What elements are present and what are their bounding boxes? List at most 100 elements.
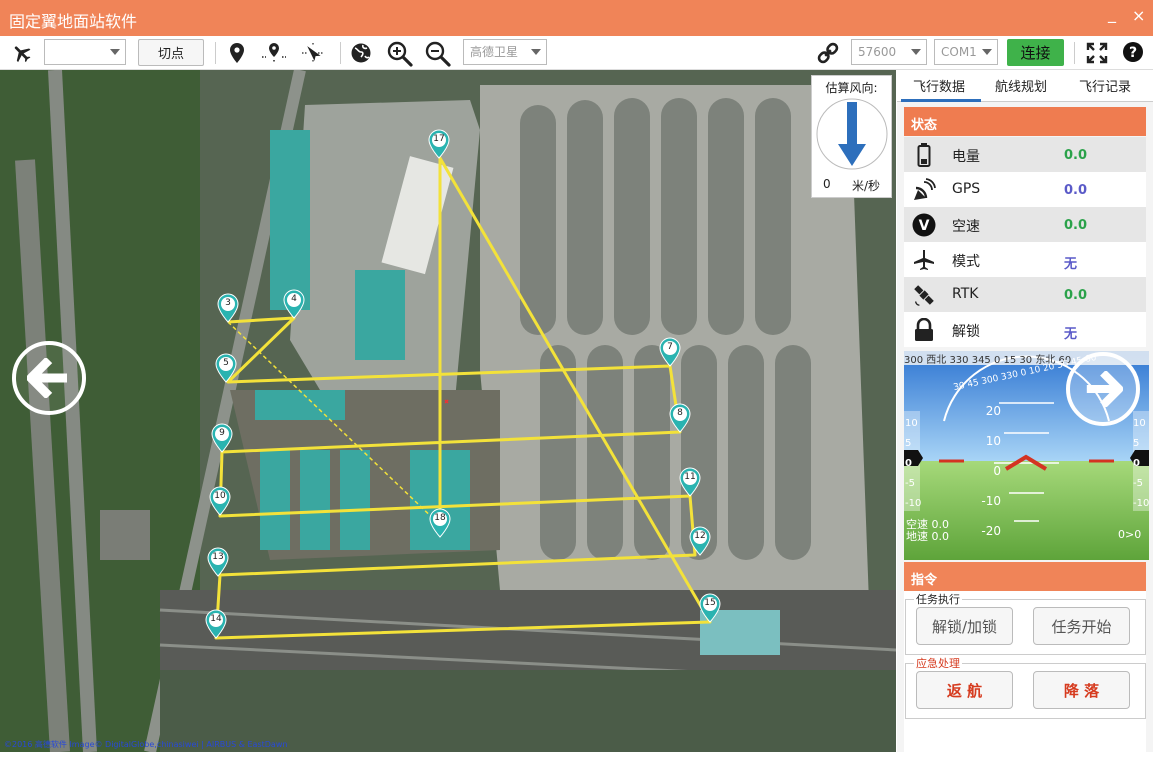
land-button[interactable]: 降 落 <box>1033 671 1130 709</box>
waypoint-marker[interactable]: 11 <box>679 467 701 497</box>
baud-rate-select[interactable]: 57600 <box>851 39 927 65</box>
toolbar-divider <box>340 42 341 64</box>
cut-point-button[interactable]: 切点 <box>138 39 204 66</box>
satellite-icon <box>912 283 936 307</box>
svg-text:V: V <box>919 218 930 234</box>
return-home-button[interactable]: 返 航 <box>916 671 1013 709</box>
next-arrow-button[interactable] <box>1066 352 1140 426</box>
waypoint-marker[interactable]: 9 <box>211 423 233 453</box>
connect-button[interactable]: 连接 <box>1007 39 1064 66</box>
waypoint-marker[interactable]: 5 <box>215 353 237 383</box>
map-source-value: 高德卫星 <box>470 45 519 59</box>
toolbar-divider <box>215 42 216 64</box>
location-pin-icon[interactable] <box>226 41 248 65</box>
waypoint-number: 3 <box>225 298 231 308</box>
previous-arrow-button[interactable] <box>12 341 86 415</box>
tab-flight-log[interactable]: 飞行记录 <box>1079 76 1131 95</box>
status-row-rtk: RTK 0.0 <box>904 277 1146 312</box>
right-altitude-tape: 10 5 0 -5 -10 <box>1133 414 1149 514</box>
tab-bar: 飞行数据 航线规划 飞行记录 <box>897 70 1153 102</box>
waypoint-marker[interactable]: 8 <box>669 403 691 433</box>
plane-mode-icon <box>912 248 936 272</box>
status-label: 模式 <box>952 254 980 270</box>
status-label: 解锁 <box>952 324 980 340</box>
satellite-map <box>0 70 896 752</box>
waypoint-number: 7 <box>667 342 673 352</box>
baud-rate-value: 57600 <box>858 45 897 59</box>
start-mission-button[interactable]: 任务开始 <box>1033 607 1130 645</box>
fullscreen-icon[interactable] <box>1085 41 1109 65</box>
satellite-dish-icon <box>912 178 936 202</box>
status-row-mode: 模式 无 <box>904 242 1146 277</box>
emergency-group-label: 应急处理 <box>914 655 962 671</box>
minimize-button[interactable]: _ <box>1108 4 1116 23</box>
hud-misc-readout: 0>0 <box>1118 528 1142 541</box>
waypoint-marker[interactable]: 4 <box>283 289 305 319</box>
waypoint-marker[interactable]: 13 <box>207 547 229 577</box>
toolbar: 切点 高德卫星 57600 COM1 连接 ? <box>0 36 1153 70</box>
pitch-label: 0 <box>993 464 1001 478</box>
status-row-airspeed: V 空速 0.0 <box>904 207 1146 242</box>
tape-current-value: 0 <box>905 458 912 469</box>
waypoint-number: 9 <box>219 428 225 438</box>
zoom-out-icon[interactable] <box>423 40 453 68</box>
tab-route-planning[interactable]: 航线规划 <box>995 76 1047 95</box>
waypoint-number: 4 <box>291 294 297 304</box>
wind-speed: 0 <box>823 177 831 191</box>
vehicle-select[interactable] <box>44 39 126 65</box>
status-value: 无 <box>1064 327 1078 342</box>
tape-label: 10 <box>1133 418 1146 429</box>
waypoint-number: 8 <box>677 408 683 418</box>
waypoint-marker[interactable]: 3 <box>217 293 239 323</box>
plane-icon[interactable] <box>10 41 34 65</box>
waypoint-add-icon[interactable] <box>259 41 289 65</box>
map-view[interactable]: 3 4 5 7 8 9 10 11 12 13 14 15 17 18 估算风向: 0 米/秒 ©2016… <box>0 70 896 752</box>
waypoint-marker[interactable]: 12 <box>689 526 711 556</box>
waypoint-number: 15 <box>704 598 716 608</box>
help-icon[interactable]: ? <box>1121 40 1145 64</box>
arrow-left-icon <box>27 358 67 398</box>
pitch-scale: 20 10 0 -10 -20 <box>977 396 1001 546</box>
groundspeed-readout: 地速 0.0 <box>906 530 949 543</box>
link-icon[interactable] <box>815 40 841 66</box>
wind-arrow-icon <box>816 98 888 170</box>
globe-icon[interactable] <box>349 41 373 65</box>
pitch-label: -10 <box>981 494 1001 508</box>
status-value: 无 <box>1064 257 1078 272</box>
wind-title: 估算风向: <box>825 81 878 95</box>
waypoint-marker[interactable]: 14 <box>205 609 227 639</box>
drone-target-icon[interactable] <box>298 41 328 65</box>
pitch-label: -20 <box>981 524 1001 538</box>
lock-icon <box>912 318 936 342</box>
speed-v-icon: V <box>912 213 936 237</box>
waypoint-number: 14 <box>210 614 222 624</box>
zoom-in-icon[interactable] <box>385 40 415 68</box>
waypoint-marker[interactable]: 10 <box>209 486 231 516</box>
left-speed-tape: 10 5 0 -5 -10 <box>905 414 921 514</box>
waypoint-number: 13 <box>212 552 224 562</box>
waypoint-marker[interactable]: 18 <box>429 508 451 538</box>
map-copyright: ©2016 高德软件 Image© DigitalGlobe,chinasiwe… <box>4 740 288 749</box>
status-label: GPS <box>952 181 981 197</box>
mission-group-label: 任务执行 <box>914 591 962 607</box>
status-label: 空速 <box>952 219 980 235</box>
status-row-battery: 电量 0.0 <box>904 137 1146 172</box>
window-title: 固定翼地面站软件 <box>9 12 138 31</box>
waypoint-marker[interactable]: 7 <box>659 337 681 367</box>
port-value: COM1 <box>941 45 977 59</box>
waypoint-marker[interactable]: 15 <box>699 593 721 623</box>
status-row-gps: GPS 0.0 <box>904 172 1146 207</box>
status-value: 0.0 <box>1064 218 1088 233</box>
tab-flight-data[interactable]: 飞行数据 <box>913 76 965 95</box>
tape-label: 5 <box>905 438 912 449</box>
arm-disarm-button[interactable]: 解锁/加锁 <box>916 607 1013 645</box>
waypoint-marker[interactable]: 17 <box>428 129 450 159</box>
svg-text:?: ? <box>1129 45 1137 61</box>
close-button[interactable]: × <box>1132 6 1145 25</box>
map-source-select[interactable]: 高德卫星 <box>463 39 547 65</box>
port-select[interactable]: COM1 <box>934 39 998 65</box>
tape-label: -10 <box>905 498 922 509</box>
chevron-down-icon <box>531 49 541 55</box>
wind-indicator: 估算风向: 0 米/秒 <box>811 75 892 198</box>
pitch-label: 20 <box>985 404 1001 418</box>
